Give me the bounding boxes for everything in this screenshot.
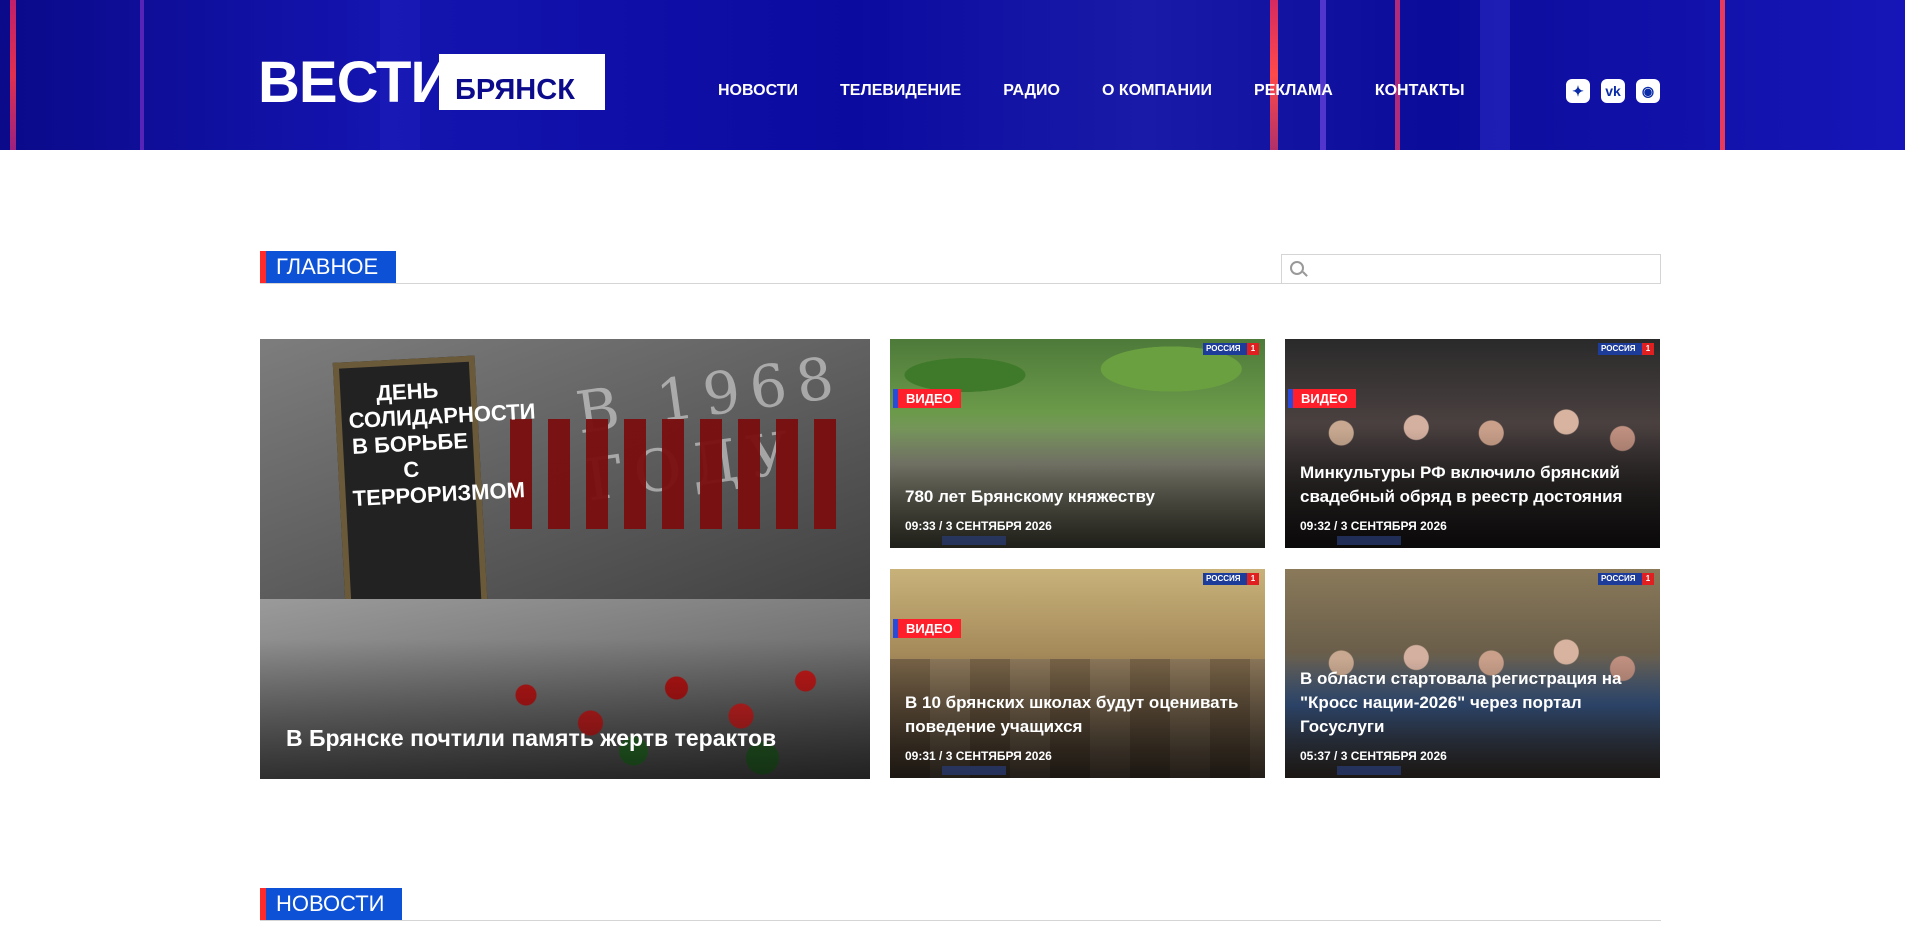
site-header: ВЕСТИ БРЯНСК НОВОСТИ ТЕЛЕВИДЕНИЕ РАДИО О…	[0, 0, 1905, 150]
site-logo[interactable]: ВЕСТИ	[258, 50, 452, 116]
nav-item-tv[interactable]: ТЕЛЕВИДЕНИЕ	[840, 80, 961, 102]
nav-item-contacts[interactable]: КОНТАКТЫ	[1375, 80, 1465, 102]
header-light-stripe	[10, 0, 16, 150]
video-badge: ВИДЕО	[893, 389, 961, 408]
header-light-stripe	[140, 0, 144, 150]
video-badge: ВИДЕО	[893, 619, 961, 638]
watermark	[1337, 766, 1401, 775]
search-box	[1281, 254, 1661, 284]
featured-news-title[interactable]: В Брянске почтили память жертв терактов	[286, 724, 776, 752]
section-header-news: НОВОСТИ	[260, 888, 1661, 921]
section-title-news: НОВОСТИ	[260, 888, 403, 920]
header-light-stripe	[1720, 0, 1725, 150]
nav-item-news[interactable]: НОВОСТИ	[718, 80, 798, 102]
news-card-date: 09:32 / 3 СЕНТЯБРЯ 2026	[1300, 519, 1447, 533]
channel-logo: РОССИЯ	[1598, 343, 1654, 355]
nav-item-ads[interactable]: РЕКЛАМА	[1254, 80, 1333, 102]
featured-news-card[interactable]: В 1968 ГОДУ ДЕНЬ СОЛИДАРНОСТИ В БОРЬБЕ С…	[260, 339, 870, 779]
news-card-date: 09:33 / 3 СЕНТЯБРЯ 2026	[905, 519, 1052, 533]
news-card[interactable]: РОССИЯ ВИДЕО Минкультуры РФ включило бря…	[1285, 339, 1660, 548]
star-icon[interactable]: ✦	[1566, 79, 1590, 103]
news-card-date: 05:37 / 3 СЕНТЯБРЯ 2026	[1300, 749, 1447, 763]
header-light-stripe	[1270, 0, 1278, 150]
news-card-title[interactable]: 780 лет Брянскому княжеству	[905, 485, 1255, 509]
main-navigation: НОВОСТИ ТЕЛЕВИДЕНИЕ РАДИО О КОМПАНИИ РЕК…	[718, 80, 1507, 102]
news-card-title[interactable]: В области стартовала регистрация на "Кро…	[1300, 667, 1650, 739]
news-card-title[interactable]: В 10 брянских школах будут оценивать пов…	[905, 691, 1255, 739]
news-card-title[interactable]: Минкультуры РФ включило брянский свадебн…	[1300, 461, 1650, 509]
nav-item-radio[interactable]: РАДИО	[1003, 80, 1060, 102]
image-shade	[260, 639, 870, 779]
channel-logo: РОССИЯ	[1203, 343, 1259, 355]
candles-decoration	[510, 419, 850, 529]
watermark	[942, 536, 1006, 545]
memorial-poster-text: ДЕНЬ СОЛИДАРНОСТИ В БОРЬБЕ С ТЕРРОРИЗМОМ	[348, 377, 537, 512]
app-icon[interactable]: ◉	[1636, 79, 1660, 103]
header-light-stripe	[1320, 0, 1326, 150]
search-icon[interactable]	[1290, 261, 1304, 275]
logo-region-label[interactable]: БРЯНСК	[455, 72, 575, 108]
news-card[interactable]: РОССИЯ В области стартовала регистрация …	[1285, 569, 1660, 778]
news-card[interactable]: РОССИЯ ВИДЕО В 10 брянских школах будут …	[890, 569, 1265, 778]
channel-logo: РОССИЯ	[1598, 573, 1654, 585]
video-badge: ВИДЕО	[1288, 389, 1356, 408]
nav-item-about[interactable]: О КОМПАНИИ	[1102, 80, 1212, 102]
header-light-stripe	[1395, 0, 1400, 150]
section-title-main: ГЛАВНОЕ	[260, 251, 397, 283]
news-card[interactable]: РОССИЯ ВИДЕО 780 лет Брянскому княжеству…	[890, 339, 1265, 548]
watermark	[1337, 536, 1401, 545]
header-light-stripe	[1480, 0, 1510, 150]
channel-logo: РОССИЯ	[1203, 573, 1259, 585]
vk-icon[interactable]: vk	[1601, 79, 1625, 103]
news-card-date: 09:31 / 3 СЕНТЯБРЯ 2026	[905, 749, 1052, 763]
social-links: ✦ vk ◉	[1555, 79, 1660, 103]
watermark	[942, 766, 1006, 775]
search-input[interactable]	[1312, 257, 1656, 283]
